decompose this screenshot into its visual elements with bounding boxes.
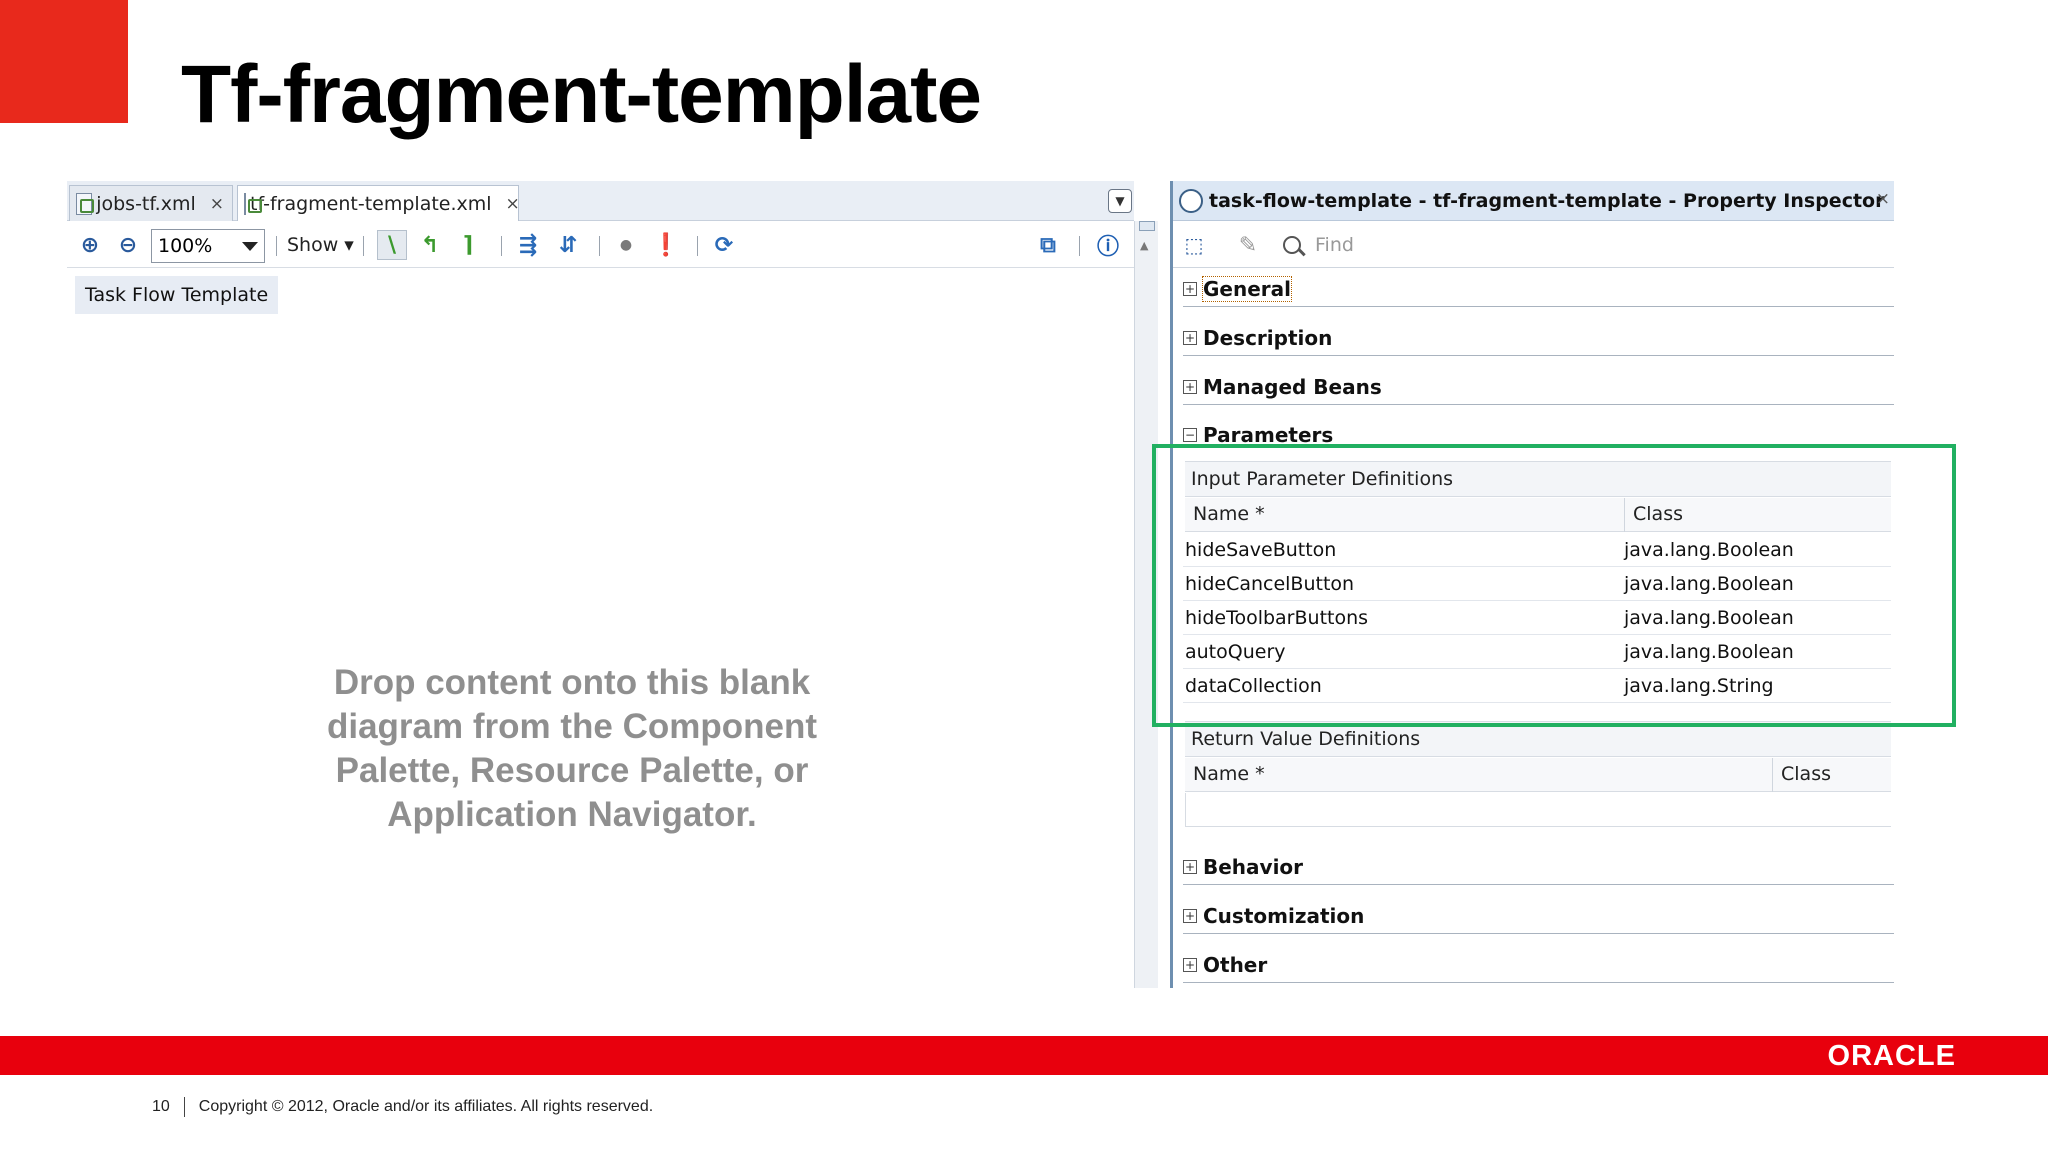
select-component-icon[interactable]: ⬚ [1179, 230, 1209, 260]
find-input[interactable]: Find [1283, 230, 1891, 260]
expand-icon[interactable]: + [1183, 330, 1197, 345]
section-label: Description [1203, 325, 1333, 350]
breakpoint-dot-icon[interactable]: ● [611, 230, 641, 260]
return-values-column-headers: Name * Class [1185, 758, 1891, 792]
section-label: Other [1203, 952, 1268, 977]
orthogonal-line-icon[interactable]: ⌉ [453, 230, 483, 260]
tab-label: tf-fragment-template.xml [250, 192, 492, 215]
expand-icon[interactable]: + [1183, 908, 1197, 923]
straight-line-icon[interactable]: \ [377, 230, 407, 260]
xml-file-icon [76, 192, 95, 215]
tab-list-dropdown-button[interactable]: ▼ [1108, 189, 1132, 213]
footer-divider [183, 1097, 185, 1117]
tab-jobs-tf[interactable]: jobs-tf.xml × [69, 185, 233, 221]
inspector-title-bar: task-flow-template - tf-fragment-templat… [1173, 181, 1894, 221]
search-icon [1283, 236, 1301, 254]
show-menu[interactable]: Show ▾ [287, 234, 354, 256]
toolbar-separator [1079, 236, 1080, 256]
scroll-thumb[interactable] [1139, 221, 1155, 231]
layout-vertical-icon[interactable]: ⇵ [553, 230, 583, 260]
bent-line-icon[interactable]: ↰ [415, 230, 445, 260]
xml-file-icon [244, 192, 262, 215]
find-placeholder: Find [1315, 234, 1354, 256]
oracle-logo: ORACLE [1827, 1040, 1956, 1072]
zoom-value: 100% [158, 235, 213, 257]
toolbar-separator [276, 236, 277, 256]
section-customization[interactable]: + Customization [1183, 898, 1894, 934]
brand-accent-block [0, 0, 128, 123]
return-values-empty-row[interactable] [1185, 793, 1891, 827]
scroll-up-icon[interactable]: ▲ [1140, 239, 1148, 252]
layout-horizontal-icon[interactable]: ⇶ [513, 230, 543, 260]
close-icon[interactable]: × [1876, 189, 1890, 209]
expand-icon[interactable]: + [1183, 859, 1197, 874]
section-label: Behavior [1203, 854, 1304, 879]
toolbar-separator [697, 236, 698, 256]
chevron-down-icon [242, 242, 258, 251]
task-flow-template-label: Task Flow Template [75, 276, 279, 314]
slide-title: Tf-fragment-template [181, 49, 982, 140]
input-parameters-highlight-box [1152, 444, 1956, 727]
section-label: Managed Beans [1203, 374, 1382, 399]
column-divider[interactable] [1772, 758, 1773, 792]
expand-icon[interactable]: + [1183, 957, 1197, 972]
section-label: Customization [1203, 903, 1365, 928]
page-number: 10 [152, 1098, 170, 1115]
toolbar-separator [599, 236, 600, 256]
toolbar-separator [501, 236, 502, 256]
help-icon[interactable]: ⓘ [1093, 230, 1123, 260]
section-general[interactable]: + General [1183, 271, 1894, 307]
tab-tf-fragment-template[interactable]: tf-fragment-template.xml × [237, 185, 520, 221]
expand-icon[interactable]: + [1183, 379, 1197, 394]
edit-pencil-icon[interactable]: ✎ [1233, 230, 1263, 260]
overview-icon[interactable]: ⧉ [1033, 230, 1063, 260]
inspector-title: task-flow-template - tf-fragment-templat… [1209, 189, 1885, 212]
column-header-class[interactable]: Class [1781, 763, 1831, 785]
section-description[interactable]: + Description [1183, 320, 1894, 356]
empty-diagram-hint: Drop content onto this blank diagram fro… [326, 663, 818, 834]
warning-icon[interactable]: ❗ [651, 230, 681, 260]
slide-footer: 10 Copyright © 2012, Oracle and/or its a… [152, 1097, 653, 1117]
expand-icon[interactable]: + [1183, 281, 1197, 296]
diagram-editor: jobs-tf.xml × tf-fragment-template.xml ×… [67, 181, 1134, 988]
footer-bar [0, 1036, 2048, 1075]
copyright-text: Copyright © 2012, Oracle and/or its affi… [198, 1098, 654, 1115]
diagram-toolbar: ⊕ ⊖ 100% Show ▾ \ ↰ ⌉ ⇶ ⇵ ● ❗ ⟳ ⧉ ⓘ [67, 222, 1134, 268]
editor-tab-bar: jobs-tf.xml × tf-fragment-template.xml ×… [67, 181, 1134, 221]
section-other[interactable]: + Other [1183, 947, 1894, 983]
inspector-icon [1179, 188, 1203, 213]
zoom-level-select[interactable]: 100% [151, 229, 265, 263]
section-behavior[interactable]: + Behavior [1183, 849, 1894, 885]
column-header-name[interactable]: Name * [1193, 763, 1265, 785]
toolbar-separator [363, 236, 364, 256]
section-managed-beans[interactable]: + Managed Beans [1183, 369, 1894, 405]
section-label: General [1202, 275, 1292, 302]
close-icon[interactable]: × [506, 194, 520, 214]
tab-label: jobs-tf.xml [96, 192, 196, 215]
collapse-icon[interactable]: − [1183, 428, 1197, 442]
inspector-toolbar: ⬚ ✎ Find [1173, 222, 1894, 268]
refresh-diagram-icon[interactable]: ⟳ [709, 230, 739, 260]
close-icon[interactable]: × [210, 194, 224, 214]
zoom-out-icon[interactable]: ⊖ [113, 230, 143, 260]
zoom-in-icon[interactable]: ⊕ [75, 230, 105, 260]
